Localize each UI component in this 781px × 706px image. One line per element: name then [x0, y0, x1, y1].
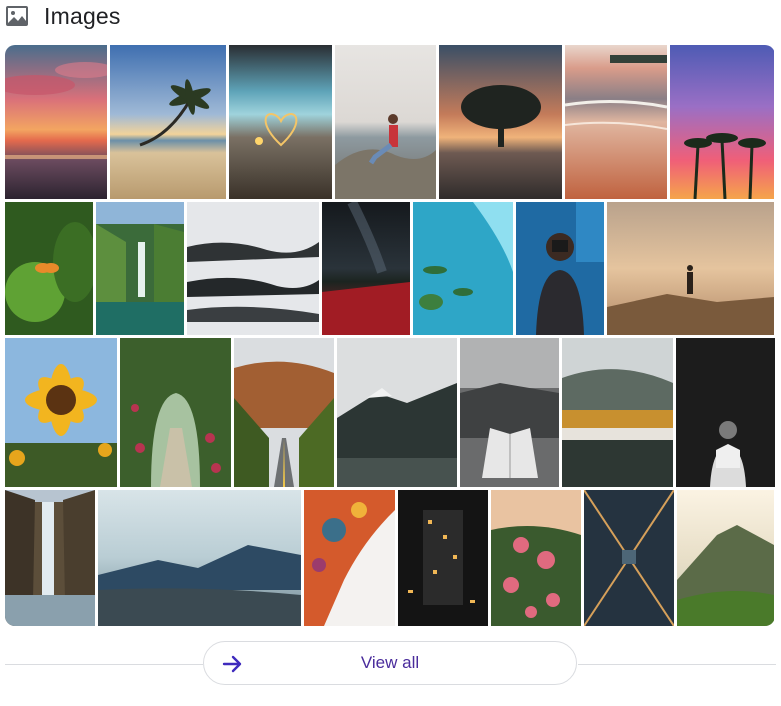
- image-waterfall-cliffs[interactable]: [5, 490, 95, 626]
- images-section-header: Images: [4, 0, 121, 32]
- image-open-book-mountains[interactable]: [460, 338, 559, 487]
- image-woman-sitting-on-rocks[interactable]: [335, 45, 436, 199]
- view-all-button[interactable]: View all: [203, 641, 577, 685]
- divider-left: [5, 664, 203, 665]
- image-heart-sparkler-bokeh[interactable]: [229, 45, 332, 199]
- image-palm-trees-purple-sky[interactable]: [670, 45, 774, 199]
- image-autumn-forest-reflection[interactable]: [562, 338, 673, 487]
- image-icon: [6, 6, 28, 26]
- image-woman-dark-portrait[interactable]: [676, 338, 775, 487]
- divider-right: [578, 664, 776, 665]
- image-aerial-turquoise-islands[interactable]: [413, 202, 513, 335]
- arrow-right-icon: [222, 655, 242, 673]
- image-city-aerial-skyscrapers[interactable]: [584, 490, 674, 626]
- view-all-label: View all: [360, 653, 420, 672]
- image-sunflower[interactable]: [5, 338, 117, 487]
- image-photographer-with-camera[interactable]: [516, 202, 604, 335]
- image-floral-fractal-art[interactable]: [304, 490, 395, 626]
- image-grid: [5, 45, 775, 626]
- section-title: Images: [44, 2, 121, 29]
- image-pink-roses[interactable]: [491, 490, 581, 626]
- image-tree-silhouette-sunset[interactable]: [439, 45, 562, 199]
- image-misty-green-mountains[interactable]: [677, 490, 774, 626]
- image-beach-waves-sunset[interactable]: [565, 45, 667, 199]
- image-palm-tree-beach[interactable]: [110, 45, 226, 199]
- image-person-above-clouds[interactable]: [607, 202, 774, 335]
- image-city-night-aerial[interactable]: [398, 490, 488, 626]
- image-butterfly-on-leaves[interactable]: [5, 202, 93, 335]
- image-waterfall-green-lake[interactable]: [96, 202, 184, 335]
- image-misty-forest-layers[interactable]: [187, 202, 319, 335]
- image-foggy-mountains-lake[interactable]: [337, 338, 457, 487]
- image-flower-arch-garden[interactable]: [120, 338, 231, 487]
- image-night-sky-red-road[interactable]: [322, 202, 410, 335]
- image-mountain-lake-valley[interactable]: [98, 490, 301, 626]
- image-autumn-road[interactable]: [234, 338, 334, 487]
- image-sunset-beach-clouds[interactable]: [5, 45, 107, 199]
